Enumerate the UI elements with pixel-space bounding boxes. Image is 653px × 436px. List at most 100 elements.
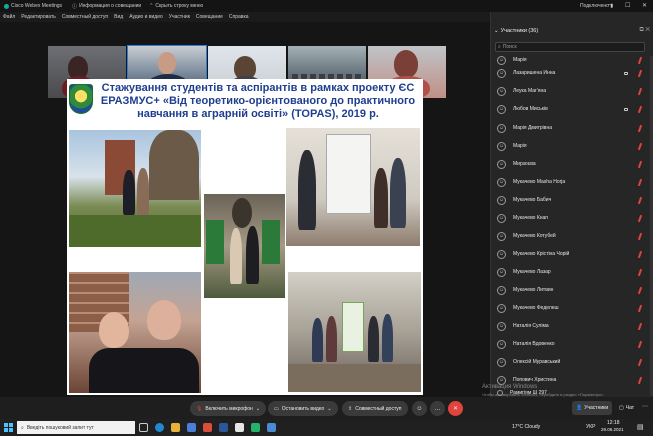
menu-edit[interactable]: Редактировать bbox=[21, 14, 56, 20]
participant-row[interactable]: ☺ Марія Дмитрівна bbox=[491, 119, 653, 137]
avatar-icon: ☺ bbox=[497, 104, 506, 114]
taskbar-search-placeholder: Введіть пошуковий запит тут bbox=[26, 424, 94, 431]
participants-list: ☺ Марія ☺ Лазаришена Инна ☺ Леука Маг'яна ☺… bbox=[491, 56, 653, 386]
clock-date[interactable]: 29.06.2021 bbox=[601, 427, 624, 432]
participant-row[interactable]: ☺ Олексій Муравський bbox=[491, 353, 653, 371]
meeting-toolbar: 🎙 Включить микрофон ⌄ ▭ Остановить видео… bbox=[0, 397, 653, 419]
windows-taskbar: ⌕ Введіть пошуковий запит тут 17°C Cloud… bbox=[0, 419, 653, 436]
avatar-icon: ☺ bbox=[497, 159, 506, 169]
menu-audio-video[interactable]: Аудио и видео bbox=[129, 14, 163, 20]
participants-toggle-button[interactable]: 👤 Участники bbox=[572, 401, 613, 415]
muted-mic-icon bbox=[637, 286, 643, 294]
participants-toggle-label: Участники bbox=[584, 405, 609, 411]
minimize-button[interactable]: – bbox=[608, 2, 611, 8]
menu-view[interactable]: Вид bbox=[114, 14, 123, 20]
camera-icon bbox=[624, 71, 628, 75]
muted-mic-icon bbox=[637, 142, 643, 150]
weather-widget[interactable]: 17°C Cloudy bbox=[512, 424, 540, 430]
meeting-info-label: Информация о совещании bbox=[79, 3, 142, 9]
reactions-button[interactable]: ☺ bbox=[412, 401, 427, 416]
shared-slide: Стажування студентів та аспірантів в рам… bbox=[67, 79, 423, 395]
avatar-icon: ☺ bbox=[497, 249, 506, 259]
participant-row[interactable]: ☺ Любов Миськів bbox=[491, 100, 653, 118]
participant-name: Наталія Суліма bbox=[513, 323, 549, 329]
participant-name: Олексій Муравський bbox=[513, 359, 561, 365]
panel-controls[interactable]: ⧉ ✕ bbox=[639, 27, 650, 34]
menu-meeting[interactable]: Совещание bbox=[196, 14, 223, 20]
unmute-button[interactable]: 🎙 Включить микрофон ⌄ bbox=[190, 401, 267, 416]
edge-icon[interactable] bbox=[155, 423, 164, 432]
participant-name: Попович Христина bbox=[513, 377, 557, 383]
menu-file[interactable]: Файл bbox=[3, 14, 15, 20]
task-view-icon[interactable] bbox=[139, 423, 148, 432]
participant-name: Мукачево Феделеш bbox=[513, 305, 559, 311]
participant-name: Мукачево Литвин bbox=[513, 287, 554, 293]
participant-row[interactable]: ☺ Лазаришена Инна bbox=[491, 64, 653, 82]
end-meeting-button[interactable]: ✕ bbox=[448, 401, 463, 416]
participant-row[interactable]: ☺ Мукачево Masha Horja bbox=[491, 173, 653, 191]
file-explorer-icon[interactable] bbox=[171, 423, 180, 432]
participant-row[interactable]: ☺ Мукачево Бабич bbox=[491, 191, 653, 209]
maximize-button[interactable]: ☐ bbox=[625, 2, 630, 9]
muted-mic-icon bbox=[637, 56, 643, 64]
participant-row[interactable]: ☺ Марія bbox=[491, 137, 653, 155]
share-label: Совместный доступ bbox=[355, 405, 402, 412]
participant-name: Мукачево Лазар bbox=[513, 269, 551, 275]
participant-row[interactable]: ☺ Наталія Суліма bbox=[491, 317, 653, 335]
language-indicator[interactable]: УКР bbox=[586, 424, 595, 430]
participant-name: Мирзоєва bbox=[513, 161, 536, 167]
notifications-icon[interactable]: ▤ bbox=[637, 423, 644, 431]
clock-time[interactable]: 12:18 bbox=[607, 420, 620, 426]
avatar-icon: ☺ bbox=[497, 303, 506, 313]
taskbar-search[interactable]: ⌕ Введіть пошуковий запит тут bbox=[17, 421, 135, 434]
chat-icon: ▢ bbox=[619, 405, 624, 411]
menu-participant[interactable]: Участник bbox=[169, 14, 190, 20]
participant-name: Леука Маг'яна bbox=[513, 88, 547, 94]
participant-row[interactable]: ☺ Наталія Вдовенко bbox=[491, 335, 653, 353]
hide-menu-bar-button[interactable]: ⌃ Скрыть строку меню bbox=[149, 3, 203, 9]
participant-row[interactable]: ☺ Леука Маг'яна bbox=[491, 82, 653, 100]
menu-share[interactable]: Совместный доступ bbox=[62, 14, 108, 20]
avatar-icon: ☺ bbox=[497, 213, 506, 223]
close-button[interactable]: ✕ bbox=[642, 2, 647, 9]
mail-icon[interactable] bbox=[203, 423, 212, 432]
participant-row[interactable]: ☺ Мукачево Кнап bbox=[491, 209, 653, 227]
app-icon[interactable] bbox=[267, 423, 276, 432]
connection-label: Подключено bbox=[580, 3, 609, 9]
muted-mic-icon bbox=[637, 250, 643, 258]
participant-row[interactable]: ☺ Мирзоєва bbox=[491, 155, 653, 173]
chevron-up-icon: ⌃ bbox=[149, 3, 154, 9]
muted-mic-icon bbox=[637, 105, 643, 113]
slide-title: Стажування студентів та аспірантів в рам… bbox=[100, 82, 416, 120]
avatar-icon: ☺ bbox=[497, 339, 506, 349]
avatar-icon: ☺ bbox=[497, 177, 506, 187]
stop-video-button[interactable]: ▭ Остановить видео ⌄ bbox=[268, 401, 338, 416]
participant-row[interactable]: ☺ Мукачево Лазар bbox=[491, 263, 653, 281]
participants-search[interactable]: ⌕ Поиск bbox=[495, 42, 645, 52]
slide-photo bbox=[204, 194, 285, 298]
overflow-icon[interactable]: ⋯ bbox=[642, 403, 648, 410]
muted-mic-icon bbox=[637, 124, 643, 132]
more-options-button[interactable]: … bbox=[430, 401, 445, 416]
search-icon: ⌕ bbox=[498, 44, 501, 50]
close-icon: ✕ bbox=[452, 406, 459, 412]
webex-taskbar-icon[interactable] bbox=[251, 423, 260, 432]
windows-start-icon[interactable] bbox=[4, 423, 13, 432]
share-button[interactable]: ⇪ Совместный доступ bbox=[342, 401, 408, 416]
muted-mic-icon bbox=[637, 178, 643, 186]
participants-header[interactable]: ⌄ Участники (36) ⧉ ✕ bbox=[491, 26, 653, 36]
app-icon[interactable] bbox=[235, 423, 244, 432]
participant-name: Марія bbox=[513, 143, 527, 149]
muted-mic-icon bbox=[637, 304, 643, 312]
participant-row[interactable]: ☺ Мукачево Литвин bbox=[491, 281, 653, 299]
participant-row[interactable]: ☺ Мукачево Котубей bbox=[491, 227, 653, 245]
participant-name: Марія bbox=[513, 57, 527, 63]
word-icon[interactable] bbox=[219, 423, 228, 432]
menu-help[interactable]: Справка bbox=[229, 14, 249, 20]
participant-name: Марія Дмитрівна bbox=[513, 125, 552, 131]
participant-row[interactable]: ☺ Мукачево Феделеш bbox=[491, 299, 653, 317]
chat-button[interactable]: ▢ Чат bbox=[616, 401, 637, 415]
meeting-info-button[interactable]: ⓘ Информация о совещании bbox=[72, 3, 141, 10]
store-icon[interactable] bbox=[187, 423, 196, 432]
participant-row[interactable]: ☺ Мукачево Крістіна Чорій bbox=[491, 245, 653, 263]
